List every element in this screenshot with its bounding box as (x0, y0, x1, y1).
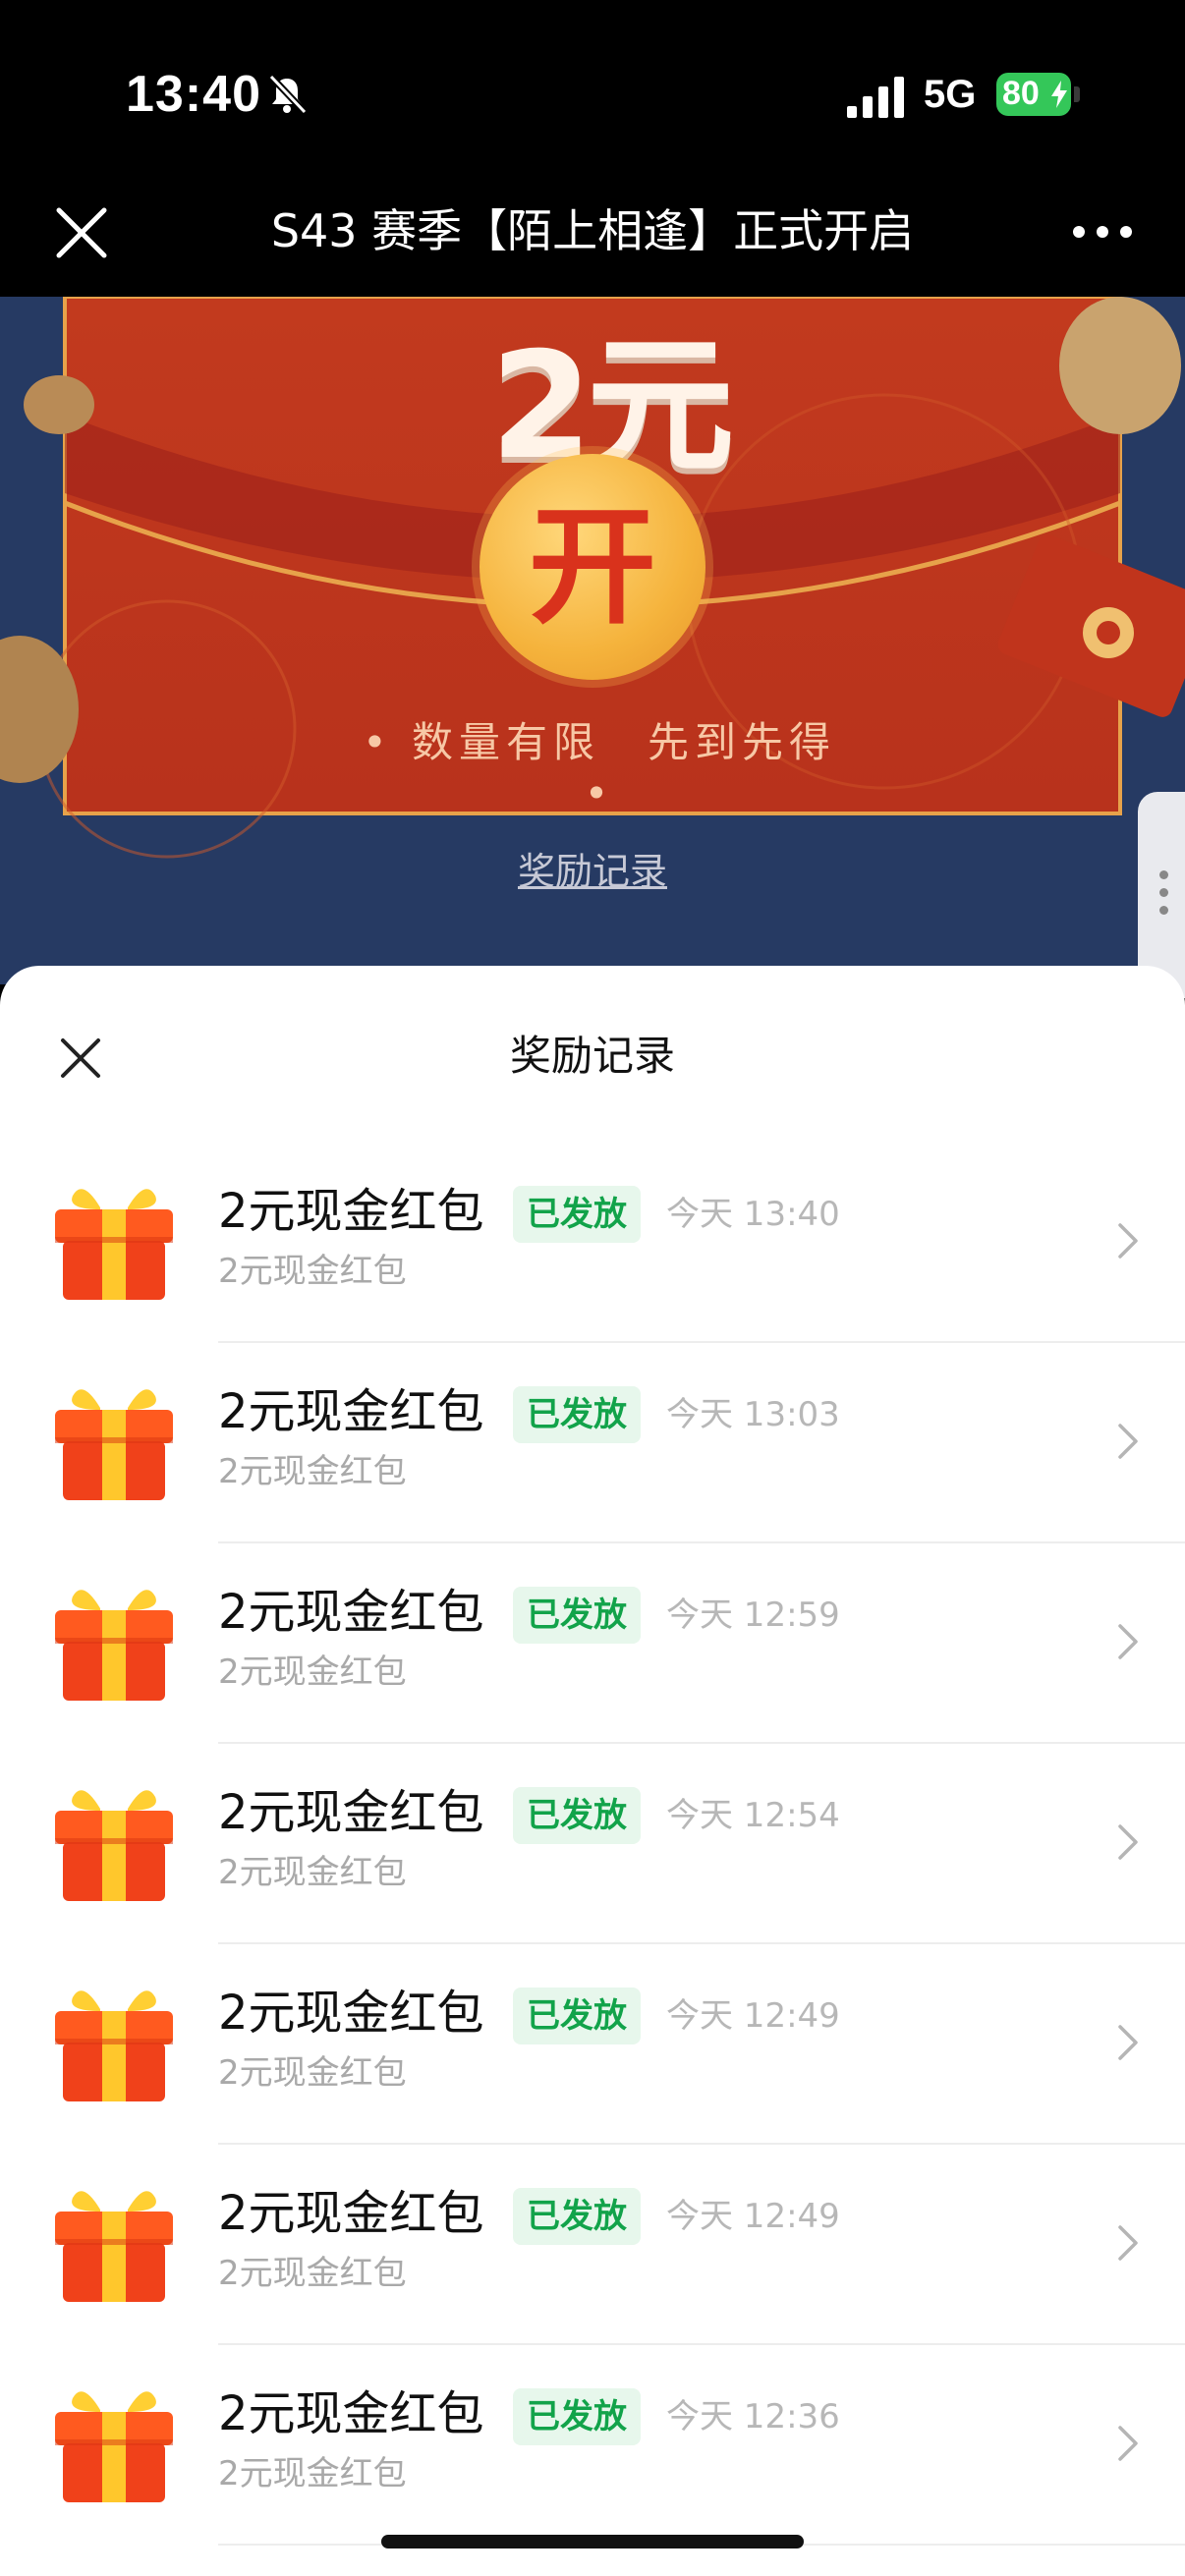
charging-bolt-icon (1051, 81, 1067, 108)
record-subtitle: 2元现金红包 (218, 1252, 407, 1291)
status-badge: 已发放 (513, 1988, 641, 2044)
record-time: 今天 12:49 (666, 2197, 840, 2236)
gift-icon (55, 2391, 173, 2502)
gift-icon (55, 1389, 173, 1500)
gift-icon (55, 2191, 173, 2302)
chevron-right-icon (1118, 1624, 1138, 1659)
handle-dot (1159, 906, 1168, 915)
battery-level: 80 (1002, 75, 1040, 112)
record-row[interactable]: 2元现金红包 已发放 今天 13:03 2元现金红包 (0, 1343, 1185, 1543)
nav-bar: S43 赛季【陌上相逢】正式开启 (0, 177, 1185, 297)
record-row[interactable]: 2元现金红包 已发放 今天 12:49 2元现金红包 (0, 1944, 1185, 2145)
record-time: 今天 12:36 (666, 2397, 840, 2436)
sheet-title: 奖励记录 (509, 1032, 675, 1080)
status-badge: 已发放 (513, 2188, 641, 2245)
chevron-right-icon (1118, 2426, 1138, 2461)
record-row[interactable]: 2元现金红包 已发放 今天 12:54 2元现金红包 (0, 1744, 1185, 1944)
status-badge: 已发放 (513, 1787, 641, 1844)
more-icon[interactable] (1071, 220, 1134, 244)
record-subtitle: 2元现金红包 (218, 2454, 407, 2493)
record-title: 2元现金红包 (218, 1184, 484, 1239)
status-bar: 13:40 5G 80 (0, 0, 1185, 177)
status-badge: 已发放 (513, 1186, 641, 1243)
status-badge: 已发放 (513, 2388, 641, 2445)
page-title: S43 赛季【陌上相逢】正式开启 (270, 204, 915, 257)
record-time: 今天 12:49 (666, 1996, 840, 2036)
record-title: 2元现金红包 (218, 1785, 484, 1840)
record-row[interactable]: 2元现金红包 已发放 今天 12:59 2元现金红包 (0, 1543, 1185, 1744)
record-title: 2元现金红包 (218, 1585, 484, 1640)
record-title: 2元现金红包 (218, 2186, 484, 2241)
handle-dot (1159, 870, 1168, 879)
record-subtitle: 2元现金红包 (218, 1652, 407, 1692)
battery-indicator: 80 (996, 73, 1071, 116)
open-button[interactable]: 开 (480, 454, 705, 680)
record-subtitle: 2元现金红包 (218, 1853, 407, 1892)
chevron-right-icon (1118, 1223, 1138, 1259)
gift-icon (55, 1590, 173, 1701)
status-badge: 已发放 (513, 1386, 641, 1443)
red-packet-banner: 2元 开 • 数量有限 先到先得 • 奖励记录 (0, 297, 1185, 984)
gift-icon (55, 1790, 173, 1901)
screen: 13:40 5G 80 S43 赛季【陌上相逢】正式开启 2元 开 • 数量有限… (0, 0, 1185, 2576)
reward-record-sheet: 奖励记录 2元现金红包 已发放 今天 13:40 2元现金红包 2元现金红包 已… (0, 966, 1185, 2576)
chevron-right-icon (1118, 2225, 1138, 2261)
handle-dot (1159, 888, 1168, 897)
status-time: 13:40 (126, 66, 261, 123)
close-icon[interactable] (49, 200, 114, 265)
record-row[interactable]: 2元现金红包 已发放 今天 12:49 2元现金红包 (0, 2145, 1185, 2345)
record-time: 今天 12:59 (666, 1596, 840, 1635)
reward-record-link[interactable]: 奖励记录 (462, 841, 723, 895)
chevron-right-icon (1118, 2025, 1138, 2060)
record-title: 2元现金红包 (218, 1986, 484, 2041)
record-subtitle: 2元现金红包 (218, 2254, 407, 2293)
chevron-right-icon (1118, 1824, 1138, 1860)
record-time: 今天 13:40 (666, 1195, 840, 1234)
chevron-right-icon (1118, 1424, 1138, 1459)
record-title: 2元现金红包 (218, 1384, 484, 1439)
gift-icon (55, 1189, 173, 1300)
gift-icon (55, 1990, 173, 2101)
battery-cap (1074, 86, 1080, 102)
network-type: 5G (924, 73, 977, 116)
record-row[interactable]: 2元现金红包 已发放 今天 13:40 2元现金红包 (0, 1143, 1185, 1343)
record-title: 2元现金红包 (218, 2386, 484, 2441)
record-subtitle: 2元现金红包 (218, 2053, 407, 2093)
record-time: 今天 12:54 (666, 1796, 840, 1835)
bell-muted-icon (268, 74, 308, 115)
banner-slogan: • 数量有限 先到先得 • (362, 718, 837, 817)
record-row[interactable]: 2元现金红包 已发放 今天 12:36 2元现金红包 (0, 2345, 1185, 2546)
record-time: 今天 13:03 (666, 1395, 840, 1434)
close-icon[interactable] (57, 1035, 104, 1082)
home-indicator[interactable] (381, 2535, 804, 2548)
cellular-signal-icon (847, 77, 904, 118)
record-subtitle: 2元现金红包 (218, 1452, 407, 1491)
status-badge: 已发放 (513, 1587, 641, 1644)
record-list: 2元现金红包 已发放 今天 13:40 2元现金红包 2元现金红包 已发放 今天… (0, 1143, 1185, 2546)
